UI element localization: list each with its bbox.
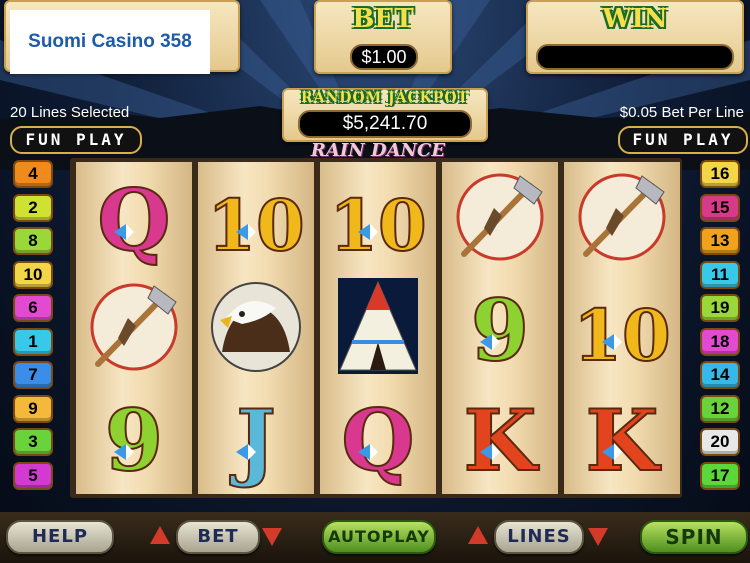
symbol-k: K	[442, 382, 558, 492]
svg-text:Q: Q	[97, 171, 170, 270]
win-value	[536, 44, 734, 70]
payline-badge-14: 14	[700, 361, 740, 389]
payline-badge-1: 1	[13, 327, 53, 356]
payline-badge-7: 7	[13, 361, 53, 389]
lines-selected-text: 20 Lines Selected	[10, 104, 130, 121]
payline-badge-12: 12	[700, 394, 740, 423]
teepee-symbol	[320, 272, 436, 382]
reel-2: 10 J	[198, 162, 314, 494]
reel-4: 9 K	[442, 162, 558, 494]
lines-increase-arrow[interactable]	[588, 528, 608, 546]
win-panel: WIN	[526, 0, 744, 74]
svg-text:K: K	[585, 391, 661, 490]
bet-value: $1.00	[350, 44, 418, 70]
svg-text:K: K	[463, 391, 539, 490]
eagle-symbol	[198, 272, 314, 382]
symbol-j: J	[198, 382, 314, 492]
payline-badge-13: 13	[700, 227, 740, 255]
svg-text:10: 10	[329, 184, 426, 267]
payline-badge-19: 19	[700, 294, 740, 322]
autoplay-button[interactable]: AUTOPLAY	[322, 520, 436, 554]
jackpot-panel: RANDOM JACKPOT $5,241.70	[282, 88, 488, 142]
help-button[interactable]: HELP	[6, 520, 114, 554]
spin-button[interactable]: SPIN	[640, 520, 748, 554]
symbol-q: Q	[76, 162, 192, 272]
symbol-q: Q	[320, 382, 436, 492]
bet-decrease-arrow[interactable]	[150, 526, 170, 544]
payline-badge-17: 17	[700, 461, 740, 490]
tomahawk-symbol	[442, 162, 558, 272]
payline-badge-10: 10	[13, 260, 53, 289]
payline-badge-20: 20	[700, 428, 740, 456]
payline-badge-11: 11	[700, 260, 740, 289]
symbol-10: 10	[564, 272, 680, 382]
svg-text:J: J	[229, 391, 276, 490]
symbol-10: 10	[198, 162, 314, 272]
payline-badge-15: 15	[700, 193, 740, 222]
payline-badge-5: 5	[13, 461, 53, 490]
symbol-9: 9	[442, 272, 558, 382]
tomahawk-symbol	[564, 162, 680, 272]
jackpot-title: RANDOM JACKPOT	[301, 90, 469, 106]
svg-text:Q: Q	[341, 391, 414, 490]
reel-1: Q 9	[76, 162, 192, 494]
symbol-k: K	[564, 382, 680, 492]
bet-per-line-text: $0.05 Bet Per Line	[619, 104, 744, 121]
payline-badge-3: 3	[13, 428, 53, 456]
payline-badge-2: 2	[13, 193, 53, 222]
fun-play-right[interactable]: FUN PLAY	[618, 126, 748, 154]
tomahawk-symbol	[76, 272, 192, 382]
svg-text:9: 9	[471, 281, 529, 380]
bet-panel: BET $1.00	[314, 0, 452, 74]
bet-button[interactable]: BET	[176, 520, 260, 554]
symbol-9: 9	[76, 382, 192, 492]
reel-3: 10 Q	[320, 162, 436, 494]
payline-badge-9: 9	[13, 394, 53, 423]
svg-text:10: 10	[207, 184, 304, 267]
bet-title: BET	[352, 4, 414, 34]
payline-badge-18: 18	[700, 327, 740, 356]
lines-decrease-arrow[interactable]	[468, 526, 488, 544]
payline-badge-8: 8	[13, 227, 53, 255]
win-title: WIN	[602, 4, 668, 34]
payline-badge-16: 16	[700, 160, 740, 188]
payline-badge-4: 4	[13, 160, 53, 188]
reel-5: 10 K	[564, 162, 680, 494]
svg-text:9: 9	[105, 391, 163, 490]
site-logo-badge: Suomi Casino 358	[10, 10, 210, 74]
reel-area: Q 9 10 J 10 Q 9 K 10 K	[70, 158, 682, 498]
svg-text:10: 10	[573, 294, 670, 377]
lines-button[interactable]: LINES	[494, 520, 584, 554]
payline-badge-6: 6	[13, 294, 53, 322]
jackpot-value: $5,241.70	[298, 110, 472, 138]
symbol-10: 10	[320, 162, 436, 272]
bet-increase-arrow[interactable]	[262, 528, 282, 546]
fun-play-left[interactable]: FUN PLAY	[10, 126, 142, 154]
